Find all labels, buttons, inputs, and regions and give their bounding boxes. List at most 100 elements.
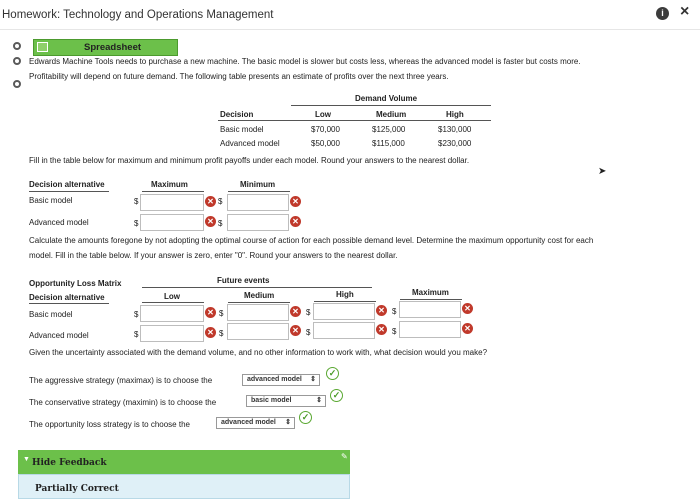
q2-advanced-max-currency: $	[392, 327, 397, 336]
profit-basic-high: $130,000	[438, 125, 472, 134]
q2-header-medium: Medium	[244, 291, 275, 300]
incorrect-icon: ✕	[462, 303, 473, 314]
profit-basic-low: $70,000	[311, 125, 340, 134]
part-nav-dot-1[interactable]	[13, 42, 21, 50]
q1-header-decision: Decision alternative	[29, 180, 105, 189]
conservative-label: The conservative strategy (maximin) is t…	[29, 398, 217, 407]
q2-advanced-high-input[interactable]	[313, 322, 375, 339]
conservative-select[interactable]: basic model ⇕	[246, 395, 326, 407]
q2-rule-5	[400, 299, 462, 300]
q2-header-maximum: Maximum	[412, 288, 449, 297]
q1-row-advanced-label: Advanced model	[29, 218, 89, 227]
incorrect-icon: ✕	[205, 307, 216, 318]
q2-header-decision: Decision alternative	[29, 293, 105, 302]
q2-rule-3	[228, 302, 290, 303]
part-nav-dot-2[interactable]	[13, 57, 21, 65]
incorrect-icon: ✕	[205, 216, 216, 227]
q2-advanced-low-currency: $	[134, 330, 139, 339]
profit-advanced-low: $50,000	[311, 139, 340, 148]
hide-feedback-toggle[interactable]: ▼ Hide Feedback ✎	[18, 450, 350, 474]
incorrect-icon: ✕	[376, 305, 387, 316]
q2-row-advanced-label: Advanced model	[29, 331, 89, 340]
incorrect-icon: ✕	[205, 327, 216, 338]
profit-row-advanced-label: Advanced model	[220, 139, 280, 148]
q1-header-minimum: Minimum	[240, 180, 276, 189]
opportunity-select[interactable]: advanced model ⇕	[216, 417, 295, 429]
spreadsheet-icon	[37, 42, 48, 52]
q3-question: Given the uncertainty associated with th…	[29, 348, 488, 357]
future-events-rule	[142, 287, 372, 288]
profit-row-basic-label: Basic model	[220, 125, 264, 134]
q2-advanced-high-currency: $	[306, 328, 311, 337]
correct-check-icon: ✓	[326, 367, 339, 380]
q1-basic-min-currency: $	[218, 197, 223, 206]
incorrect-icon: ✕	[205, 196, 216, 207]
q1-rule-1	[29, 191, 109, 192]
close-icon[interactable]: ×	[680, 4, 689, 20]
select-arrow-icon: ⇕	[316, 397, 322, 404]
q2-header-high: High	[336, 290, 354, 299]
q2-rule-4	[314, 301, 376, 302]
q2-basic-high-input[interactable]	[313, 303, 375, 320]
profit-basic-medium: $125,000	[372, 125, 406, 134]
title-bar: Homework: Technology and Operations Mana…	[0, 0, 700, 30]
q2-advanced-low-input[interactable]	[140, 325, 204, 342]
profit-advanced-high: $230,000	[438, 139, 472, 148]
q2-basic-max-currency: $	[392, 307, 397, 316]
q2-basic-medium-input[interactable]	[227, 304, 289, 321]
aggressive-select-value: advanced model	[247, 376, 302, 383]
part-nav-dot-3[interactable]	[13, 80, 21, 88]
q1-header-maximum: Maximum	[151, 180, 188, 189]
q2-basic-medium-currency: $	[219, 309, 224, 318]
future-events-header: Future events	[217, 276, 270, 285]
incorrect-icon: ✕	[462, 323, 473, 334]
pencil-icon[interactable]: ✎	[341, 452, 349, 461]
olm-title: Opportunity Loss Matrix	[29, 279, 122, 288]
profit-header-decision: Decision	[220, 110, 254, 119]
q1-advanced-max-input[interactable]	[140, 214, 204, 231]
q2-basic-low-input[interactable]	[140, 305, 204, 322]
q2-advanced-max-input[interactable]	[399, 321, 461, 338]
incorrect-icon: ✕	[290, 216, 301, 227]
q1-basic-min-input[interactable]	[227, 194, 289, 211]
q2-header-low: Low	[164, 292, 180, 301]
spreadsheet-tab-label: Spreadsheet	[84, 42, 142, 53]
q2-rule-2	[142, 302, 204, 303]
q2-advanced-medium-input[interactable]	[227, 323, 289, 340]
q1-row-basic-label: Basic model	[29, 196, 73, 205]
q1-instruction: Fill in the table below for maximum and …	[29, 156, 470, 165]
opportunity-label: The opportunity loss strategy is to choo…	[29, 420, 190, 429]
opportunity-select-value: advanced model	[221, 419, 276, 426]
q1-basic-max-currency: $	[134, 197, 139, 206]
profit-header-low: Low	[315, 110, 331, 119]
q2-instruction-1: Calculate the amounts foregone by not ad…	[29, 236, 594, 245]
q1-rule-2	[142, 191, 204, 192]
info-icon[interactable]: i	[656, 7, 669, 20]
profit-advanced-medium: $115,000	[372, 139, 405, 148]
hide-feedback-label: Hide Feedback	[32, 458, 107, 468]
intro-line-1: Edwards Machine Tools needs to purchase …	[29, 57, 581, 66]
collapse-triangle-icon: ▼	[23, 456, 30, 463]
q1-advanced-min-currency: $	[218, 219, 223, 228]
incorrect-icon: ✕	[290, 306, 301, 317]
q2-row-basic-label: Basic model	[29, 310, 73, 319]
q2-basic-max-input[interactable]	[399, 301, 461, 318]
feedback-status: Partially Correct	[35, 484, 119, 494]
select-arrow-icon: ⇕	[310, 376, 316, 383]
incorrect-icon: ✕	[376, 324, 387, 335]
correct-check-icon: ✓	[330, 389, 343, 402]
mouse-cursor-icon: ➤	[598, 166, 607, 177]
conservative-select-value: basic model	[251, 397, 292, 404]
intro-line-2: Profitability will depend on future dema…	[29, 72, 449, 81]
q2-instruction-2: model. Fill in the table below. If your …	[29, 251, 398, 260]
spreadsheet-tab[interactable]: Spreadsheet	[33, 39, 178, 56]
feedback-panel: Partially Correct	[18, 474, 350, 499]
select-arrow-icon: ⇕	[285, 419, 291, 426]
window-title: Homework: Technology and Operations Mana…	[2, 9, 274, 21]
aggressive-select[interactable]: advanced model ⇕	[242, 374, 320, 386]
q1-advanced-min-input[interactable]	[227, 214, 289, 231]
q1-basic-max-input[interactable]	[140, 194, 204, 211]
correct-check-icon: ✓	[299, 411, 312, 424]
aggressive-label: The aggressive strategy (maximax) is to …	[29, 376, 213, 385]
profit-header-rule	[218, 120, 491, 121]
